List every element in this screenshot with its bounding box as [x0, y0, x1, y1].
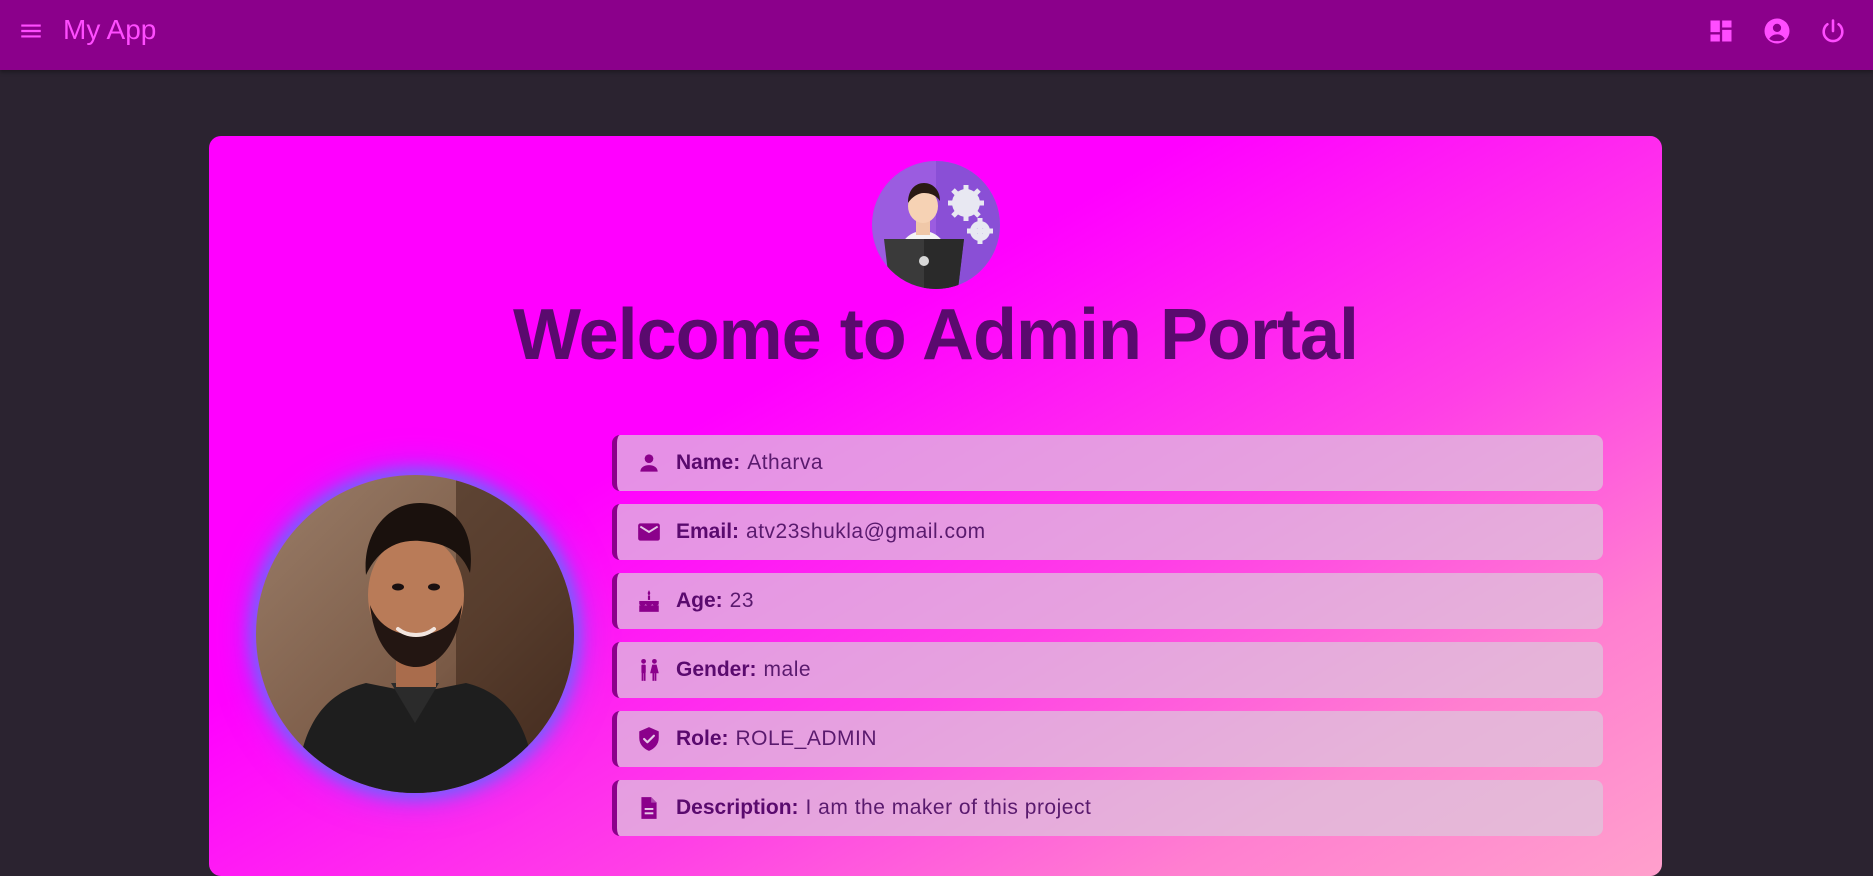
logout-button[interactable]: [1811, 9, 1855, 53]
dashboard-button[interactable]: [1699, 9, 1743, 53]
role-label: Role:: [676, 727, 729, 750]
top-toolbar: My App: [0, 0, 1873, 70]
profile-details-list: Name: Atharva Email: atv23shukla@gmail.c…: [612, 435, 1603, 849]
description-value: I am the maker of this project: [805, 796, 1092, 819]
description-label: Description:: [676, 796, 799, 819]
profile-photo: [256, 475, 574, 793]
name-value: Atharva: [747, 451, 824, 474]
role-value: ROLE_ADMIN: [735, 727, 878, 750]
verified-user-icon: [634, 724, 664, 754]
mail-icon: [634, 517, 664, 547]
age-value: 23: [729, 589, 755, 612]
admin-avatar: [872, 161, 1000, 289]
profile-item-email[interactable]: Email: atv23shukla@gmail.com: [612, 504, 1603, 560]
profile-photo-image: [256, 475, 574, 793]
account-button[interactable]: [1755, 9, 1799, 53]
email-label: Email:: [676, 520, 740, 543]
name-label: Name:: [676, 451, 741, 474]
power-icon: [1822, 19, 1844, 43]
person-icon: [634, 448, 664, 478]
menu-button[interactable]: [9, 9, 53, 53]
gender-label: Gender:: [676, 658, 757, 681]
gender-value: male: [763, 658, 812, 681]
profile-item-description[interactable]: Description: I am the maker of this proj…: [612, 780, 1603, 836]
app-title: My App: [63, 14, 157, 45]
wc-icon: [634, 655, 664, 685]
cake-icon: [634, 586, 664, 616]
email-value: atv23shukla@gmail.com: [746, 520, 986, 543]
dashboard-icon: [1710, 20, 1732, 42]
menu-icon: [21, 24, 41, 38]
profile-item-name[interactable]: Name: Atharva: [612, 435, 1603, 491]
description-icon: [634, 793, 664, 823]
age-label: Age:: [676, 589, 723, 612]
admin-card: Welcome to Admin Portal Name: Atharva Em…: [209, 136, 1662, 876]
profile-item-gender[interactable]: Gender: male: [612, 642, 1603, 698]
page-title: Welcome to Admin Portal: [512, 295, 1359, 375]
account-circle-icon: [1764, 18, 1790, 44]
profile-item-age[interactable]: Age: 23: [612, 573, 1603, 629]
profile-item-role[interactable]: Role: ROLE_ADMIN: [612, 711, 1603, 767]
admin-avatar-illustration-icon: [872, 161, 1000, 289]
